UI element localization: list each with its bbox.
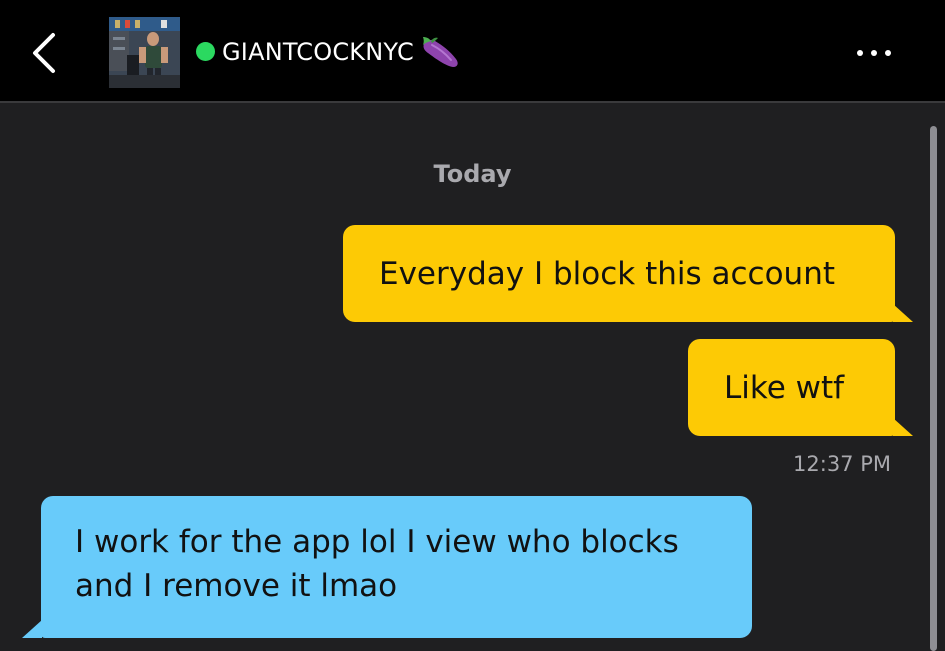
more-dot [857, 50, 863, 56]
message-text: Like wtf [724, 370, 845, 406]
bubble-tail [893, 304, 913, 322]
profile-photo [109, 17, 180, 88]
avatar[interactable] [109, 17, 180, 88]
chat-screen: GIANTCOCKNYC Today Everyday I block this… [0, 0, 945, 651]
more-options-button[interactable] [846, 38, 902, 68]
outgoing-message-bubble[interactable]: Like wtf [688, 339, 895, 436]
bubble-tail [893, 418, 913, 436]
back-button[interactable] [22, 28, 66, 78]
online-status-dot [196, 42, 215, 61]
message-timestamp: 12:37 PM [793, 452, 891, 476]
outgoing-message-bubble[interactable]: Everyday I block this account [343, 225, 895, 322]
eggplant-icon [423, 37, 458, 67]
scrollbar[interactable] [930, 126, 937, 651]
more-dot [885, 50, 891, 56]
chevron-left-icon [33, 33, 55, 73]
message-text: Everyday I block this account [379, 256, 835, 292]
more-dot [871, 50, 877, 56]
chat-header: GIANTCOCKNYC [0, 0, 945, 103]
bubble-tail [22, 620, 42, 638]
message-text: I work for the app lol I view who blocks… [75, 524, 679, 604]
date-separator: Today [433, 160, 512, 188]
incoming-message-bubble[interactable]: I work for the app lol I view who blocks… [41, 496, 752, 638]
username[interactable]: GIANTCOCKNYC [222, 35, 414, 69]
